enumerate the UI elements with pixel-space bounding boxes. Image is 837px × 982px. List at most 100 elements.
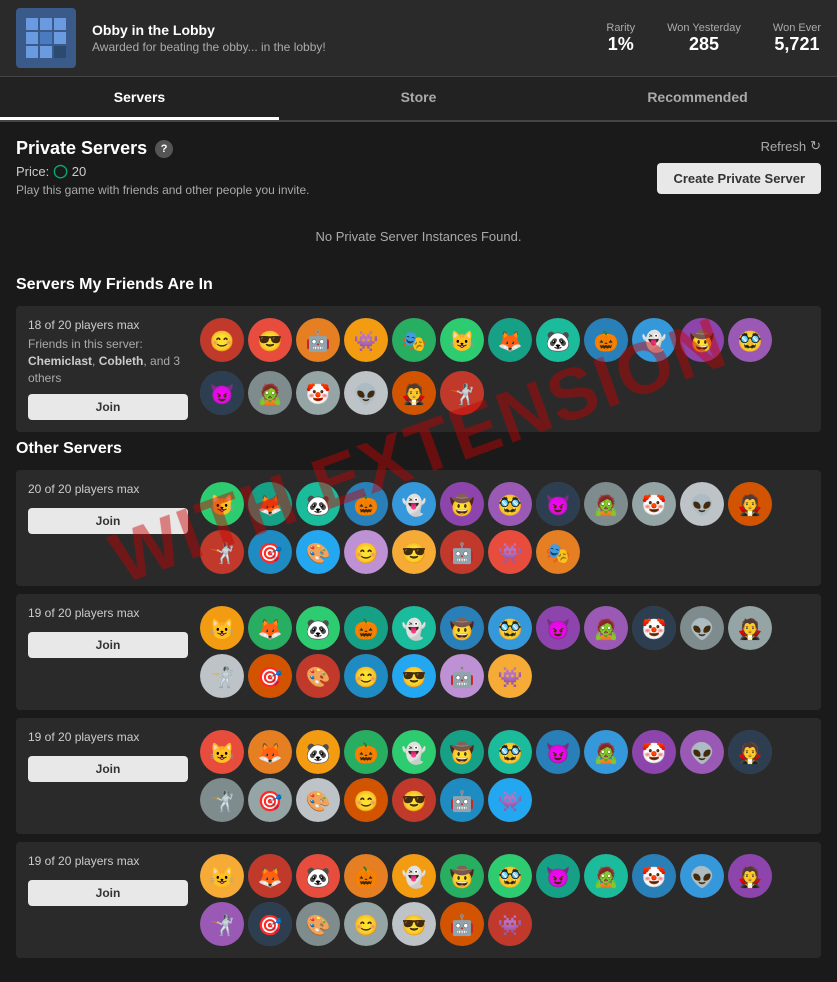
svg-text:😈: 😈	[546, 866, 571, 889]
avatar: 😺	[440, 318, 484, 362]
other-server-join-button-1[interactable]: Join	[28, 632, 188, 658]
svg-text:🧟: 🧟	[258, 382, 283, 406]
other-server-join-button-0[interactable]: Join	[28, 508, 188, 534]
avatar: 😎	[392, 530, 436, 574]
avatar: 👽	[344, 371, 388, 415]
svg-text:🤡: 🤡	[642, 741, 667, 765]
avatar: 👾	[344, 318, 388, 362]
svg-text:🥸: 🥸	[498, 494, 523, 517]
rarity-value: 1%	[606, 34, 635, 55]
avatar: 🦊	[248, 482, 292, 526]
tab-recommended[interactable]: Recommended	[558, 77, 837, 120]
svg-text:😺: 😺	[210, 618, 235, 641]
badge-description: Awarded for beating the obby... in the l…	[92, 40, 590, 54]
refresh-button[interactable]: Refresh ↻	[761, 138, 821, 154]
other-server-info-1: 19 of 20 players maxJoin	[28, 606, 188, 698]
avatar: 😎	[392, 902, 436, 946]
svg-text:🥸: 🥸	[498, 618, 523, 641]
tab-servers[interactable]: Servers	[0, 77, 279, 120]
avatar: 😈	[536, 606, 580, 650]
avatar: 😈	[536, 854, 580, 898]
avatar: 🤖	[440, 902, 484, 946]
svg-text:🤖: 🤖	[450, 541, 475, 565]
avatar: 😺	[200, 854, 244, 898]
avatar: 🥸	[488, 482, 532, 526]
won-ever-stat: Won Ever 5,721	[773, 22, 821, 55]
svg-text:🎃: 🎃	[354, 617, 379, 641]
avatar: 🤠	[440, 730, 484, 774]
other-servers-title: Other Servers	[16, 440, 821, 458]
avatar: 🥸	[488, 730, 532, 774]
other-server-avatars-3: 😺 🦊 🐼 🎃 👻 🤠 🥸 😈 🧟 🤡 👽 🧛 🤺 🎯	[200, 854, 809, 946]
friends-server-card: 18 of 20 players max Friends in this ser…	[16, 306, 821, 432]
svg-text:😺: 😺	[210, 742, 235, 765]
svg-text:🤖: 🤖	[306, 329, 331, 353]
tab-bar: Servers Store Recommended	[0, 77, 837, 122]
avatar: 😎	[392, 654, 436, 698]
players-count: 20 of 20 players max	[28, 482, 188, 496]
avatar: 🎃	[344, 606, 388, 650]
price-row: Price: ◯ 20	[16, 163, 310, 179]
svg-text:😈: 😈	[210, 383, 235, 406]
avatar: 🦊	[248, 730, 292, 774]
avatar: 🥸	[488, 854, 532, 898]
svg-text:🤠: 🤠	[690, 329, 715, 353]
svg-text:🤖: 🤖	[450, 665, 475, 689]
svg-text:🥸: 🥸	[738, 330, 763, 353]
svg-text:🦊: 🦊	[258, 742, 283, 765]
svg-text:🤠: 🤠	[450, 617, 475, 641]
friends-section-title: Servers My Friends Are In	[16, 276, 821, 294]
other-servers-list: 20 of 20 players max Join 😺 🦊 🐼 🎃 👻 🤠 🥸 😈…	[16, 470, 821, 958]
svg-text:🤺: 🤺	[450, 382, 475, 406]
svg-text:🤡: 🤡	[306, 382, 331, 406]
help-icon[interactable]: ?	[155, 140, 173, 158]
svg-text:🧛: 🧛	[738, 741, 763, 765]
robux-icon: ◯	[53, 163, 68, 179]
svg-text:👽: 👽	[690, 865, 715, 889]
svg-text:🤡: 🤡	[642, 493, 667, 517]
svg-text:🎨: 🎨	[306, 913, 331, 937]
avatar: 🧟	[584, 854, 628, 898]
friends-avatars: 😊 😎 🤖 👾 🎭 😺 🦊 🐼 🎃 👻 🤠 🥸 😈 🧟	[200, 318, 809, 420]
avatar: 🧛	[728, 854, 772, 898]
avatar: 🎭	[536, 530, 580, 574]
other-server-avatars-1: 😺 🦊 🐼 🎃 👻 🤠 🥸 😈 🧟 🤡 👽 🧛 🤺 🎯	[200, 606, 809, 698]
avatar: 🤠	[440, 854, 484, 898]
other-server-info-3: 19 of 20 players max Join	[28, 854, 188, 946]
svg-text:🤺: 🤺	[210, 913, 235, 937]
avatar: 🧛	[392, 371, 436, 415]
avatar: 👾	[488, 778, 532, 822]
svg-text:🎯: 🎯	[258, 542, 283, 565]
no-instances-message: No Private Server Instances Found.	[16, 209, 821, 264]
other-server-join-button-3[interactable]: Join	[28, 880, 188, 906]
svg-text:👻: 👻	[402, 493, 427, 517]
avatar: 👻	[392, 606, 436, 650]
avatar: 😊	[344, 902, 388, 946]
svg-text:👻: 👻	[402, 741, 427, 765]
avatar: 🧛	[728, 482, 772, 526]
create-private-server-button[interactable]: Create Private Server	[657, 163, 821, 194]
svg-text:🧟: 🧟	[594, 493, 619, 517]
avatar: 🧛	[728, 730, 772, 774]
friends-server-join-button[interactable]: Join	[28, 394, 188, 420]
svg-text:🎭: 🎭	[546, 543, 571, 565]
avatar: 🎭	[392, 318, 436, 362]
svg-text:👽: 👽	[690, 493, 715, 517]
svg-text:🤠: 🤠	[450, 493, 475, 517]
svg-text:👾: 👾	[498, 791, 523, 813]
avatar: 🤺	[440, 371, 484, 415]
other-server-join-button-2[interactable]: Join	[28, 756, 188, 782]
tab-store[interactable]: Store	[279, 77, 558, 120]
svg-text:🦊: 🦊	[258, 618, 283, 641]
avatar: 🤡	[632, 730, 676, 774]
badge-icon	[16, 8, 76, 68]
svg-text:🧟: 🧟	[594, 741, 619, 765]
svg-text:😎: 😎	[402, 542, 427, 565]
avatar: 🤺	[200, 902, 244, 946]
friends-list: Friends in this server: Chemiclast, Cobl…	[28, 336, 188, 386]
players-count: 19 of 20 players max	[28, 854, 188, 868]
avatar: 🎨	[296, 530, 340, 574]
private-servers-title: Private Servers ?	[16, 138, 173, 159]
avatar: 😈	[536, 482, 580, 526]
svg-text:🧟: 🧟	[594, 617, 619, 641]
